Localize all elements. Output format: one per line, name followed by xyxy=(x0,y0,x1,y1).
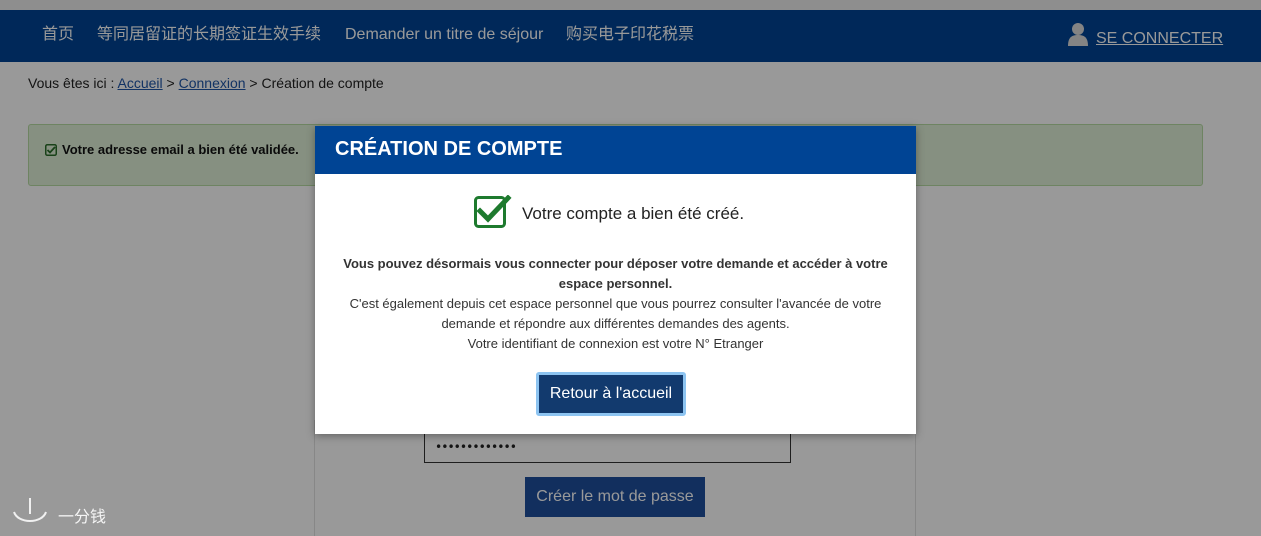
watermark-text: 一分钱 xyxy=(58,509,107,526)
modal-info-bold: Vous pouvez désormais vous connecter pou… xyxy=(343,256,888,291)
modal-info-identifier: Votre identifiant de connexion est votre… xyxy=(467,336,764,351)
account-created-modal: CRÉATION DE COMPTE Votre compte a bien é… xyxy=(315,126,916,434)
watermark: 一分钱 xyxy=(12,496,122,526)
modal-header: CRÉATION DE COMPTE xyxy=(315,126,916,174)
modal-body: Vous pouvez désormais vous connecter pou… xyxy=(335,254,896,354)
check-box-icon xyxy=(474,195,512,228)
modal-title: CRÉATION DE COMPTE xyxy=(335,138,563,160)
back-to-home-button[interactable]: Retour à l'accueil xyxy=(536,372,686,416)
success-message: Votre compte a bien été créé. xyxy=(522,204,745,223)
modal-info-personal-space: C'est également depuis cet espace person… xyxy=(349,296,882,331)
watermark-logo-icon xyxy=(13,498,47,522)
